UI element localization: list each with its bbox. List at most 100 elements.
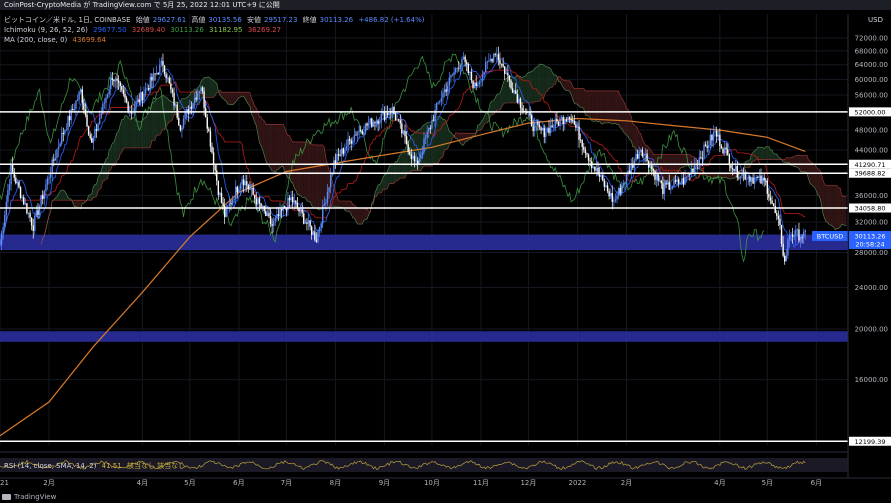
candle-body — [674, 180, 677, 182]
cloud-segment — [238, 92, 241, 98]
candle-body — [341, 148, 343, 156]
cloud-segment — [212, 79, 214, 98]
rsi-value: 41.51 — [101, 462, 122, 470]
candle-body — [614, 199, 617, 201]
cloud-segment — [346, 200, 349, 212]
candle-body — [421, 151, 424, 155]
ichimoku-span-a: 31182.95 — [209, 26, 243, 34]
time-tick-label: 10月 — [424, 479, 440, 487]
candle-body — [459, 64, 462, 69]
cloud-segment — [134, 117, 137, 148]
cloud-segment — [773, 153, 776, 160]
candle-body — [216, 170, 218, 181]
candle-body — [432, 120, 435, 122]
candle-body — [227, 205, 229, 207]
candle-body — [159, 64, 161, 75]
cloud-segment — [314, 144, 317, 209]
candle-body — [320, 223, 322, 227]
btc-chart[interactable]: 52000.00 41290.7139688.82 34058.80 12199.39… — [0, 0, 891, 503]
cloud-segment — [61, 189, 64, 201]
candle-body — [379, 121, 381, 124]
candle-body — [54, 157, 57, 161]
candle-body — [578, 126, 580, 140]
candle-body — [293, 200, 295, 203]
time-tick-label: 4月 — [137, 479, 148, 487]
cloud-segment — [230, 92, 233, 105]
ma-label[interactable]: MA (200, close, 0) — [4, 36, 67, 44]
candle-body — [706, 146, 708, 148]
candle-body — [336, 154, 338, 164]
cloud-segment — [283, 124, 285, 173]
cloud-segment — [596, 90, 599, 122]
candle-body — [65, 129, 68, 131]
cloud-segment — [610, 90, 613, 124]
ichimoku-label[interactable]: Ichimoku (9, 26, 52, 26) — [4, 26, 88, 34]
rsi-label[interactable]: RSI (14, close, SMA, 14, 2) — [4, 462, 96, 470]
candle-body — [684, 176, 686, 185]
cloud-segment — [613, 90, 616, 124]
candle-body — [86, 114, 88, 127]
candle-body — [795, 229, 797, 237]
cloud-segment — [528, 72, 530, 103]
support-zone — [0, 234, 848, 251]
candle-body — [405, 136, 408, 145]
candle-body — [554, 118, 557, 128]
candle-body — [761, 177, 764, 184]
candle-body — [640, 149, 642, 152]
candle-body — [443, 89, 446, 93]
candle-body — [497, 54, 500, 60]
candle-body — [235, 186, 237, 200]
cloud-segment — [88, 194, 91, 201]
cloud-segment — [664, 154, 667, 184]
cloud-segment — [545, 66, 548, 92]
publish-text: CoinPost-CryptoMedia が TradingView.com で… — [4, 1, 280, 9]
candle-body — [7, 190, 9, 202]
candle-body — [119, 82, 121, 86]
candle-body — [138, 99, 140, 103]
candle-body — [655, 173, 658, 180]
candle-body — [576, 126, 579, 128]
cloud-segment — [156, 98, 159, 136]
candle-body — [353, 134, 356, 141]
cloud-segment — [281, 124, 284, 167]
candle-body — [769, 197, 772, 201]
candle-body — [212, 152, 215, 166]
candle-body — [162, 60, 164, 66]
candle-body — [622, 183, 625, 186]
candle-body — [211, 146, 213, 153]
cloud-segment — [303, 141, 306, 199]
candle-body — [208, 128, 210, 132]
cloud-segment — [208, 77, 211, 98]
candle-body — [15, 177, 17, 184]
candle-body — [95, 128, 98, 131]
candle-body — [87, 126, 90, 135]
candle-body — [532, 126, 534, 132]
candle-body — [151, 76, 153, 81]
cloud-segment — [205, 77, 208, 98]
candle-body — [18, 181, 20, 188]
candle-body — [657, 173, 659, 182]
cloud-segment — [74, 200, 76, 207]
candle-body — [424, 137, 427, 139]
candle-body — [410, 154, 413, 159]
candle-body — [791, 234, 794, 237]
cloud-segment — [843, 196, 845, 226]
candle-body — [530, 115, 533, 127]
candle-body — [564, 120, 566, 124]
candle-body — [371, 118, 373, 127]
candle-body — [27, 212, 30, 214]
cloud-segment — [727, 173, 730, 180]
candle-body — [179, 125, 182, 131]
candle-body — [160, 60, 163, 65]
candle-body — [801, 237, 803, 239]
candle-body — [451, 75, 454, 76]
candle-body — [583, 146, 585, 150]
cloud-segment — [145, 115, 148, 148]
symbol-label[interactable]: ビットコイン／米ドル, 1日, COINBASE — [4, 16, 131, 24]
candle-body — [790, 234, 792, 236]
candle-body — [127, 102, 129, 112]
candle-body — [689, 174, 691, 175]
time-tick-label: 2月 — [43, 479, 54, 487]
candle-body — [106, 94, 109, 98]
candle-body — [246, 181, 248, 186]
